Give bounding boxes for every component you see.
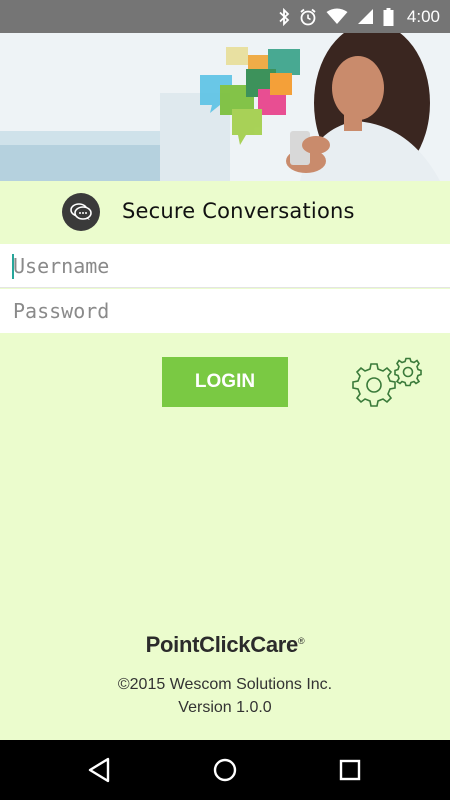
bluetooth-icon xyxy=(279,7,290,26)
app-title: Secure Conversations xyxy=(122,199,355,223)
navigation-bar xyxy=(0,740,450,800)
status-bar: 4:00 xyxy=(0,0,450,33)
text-cursor xyxy=(12,254,14,279)
signal-icon xyxy=(357,9,373,24)
version-text: Version 1.0.0 xyxy=(178,699,272,716)
copyright-text: ©2015 Wescom Solutions Inc. xyxy=(117,676,333,693)
back-triangle-icon[interactable] xyxy=(85,755,115,785)
chat-bubbles-icon xyxy=(62,193,100,231)
login-button[interactable]: LOGIN xyxy=(162,357,288,407)
brand-logo: PointClickCare® xyxy=(0,632,450,658)
battery-icon xyxy=(383,7,394,26)
username-input[interactable] xyxy=(0,244,450,288)
password-input[interactable] xyxy=(0,289,450,333)
alarm-icon xyxy=(300,8,316,25)
hero-banner xyxy=(0,33,450,181)
status-time: 4:00 xyxy=(406,6,440,26)
brand-registered-mark: ® xyxy=(297,636,305,646)
hero-illustration xyxy=(0,33,450,181)
settings-gears-icon[interactable] xyxy=(348,352,428,412)
header: Secure Conversations xyxy=(0,181,450,243)
wifi-icon xyxy=(326,8,348,24)
brand-name: PointClickCare xyxy=(145,632,299,657)
home-circle-icon[interactable] xyxy=(210,755,240,785)
recents-square-icon[interactable] xyxy=(335,755,365,785)
